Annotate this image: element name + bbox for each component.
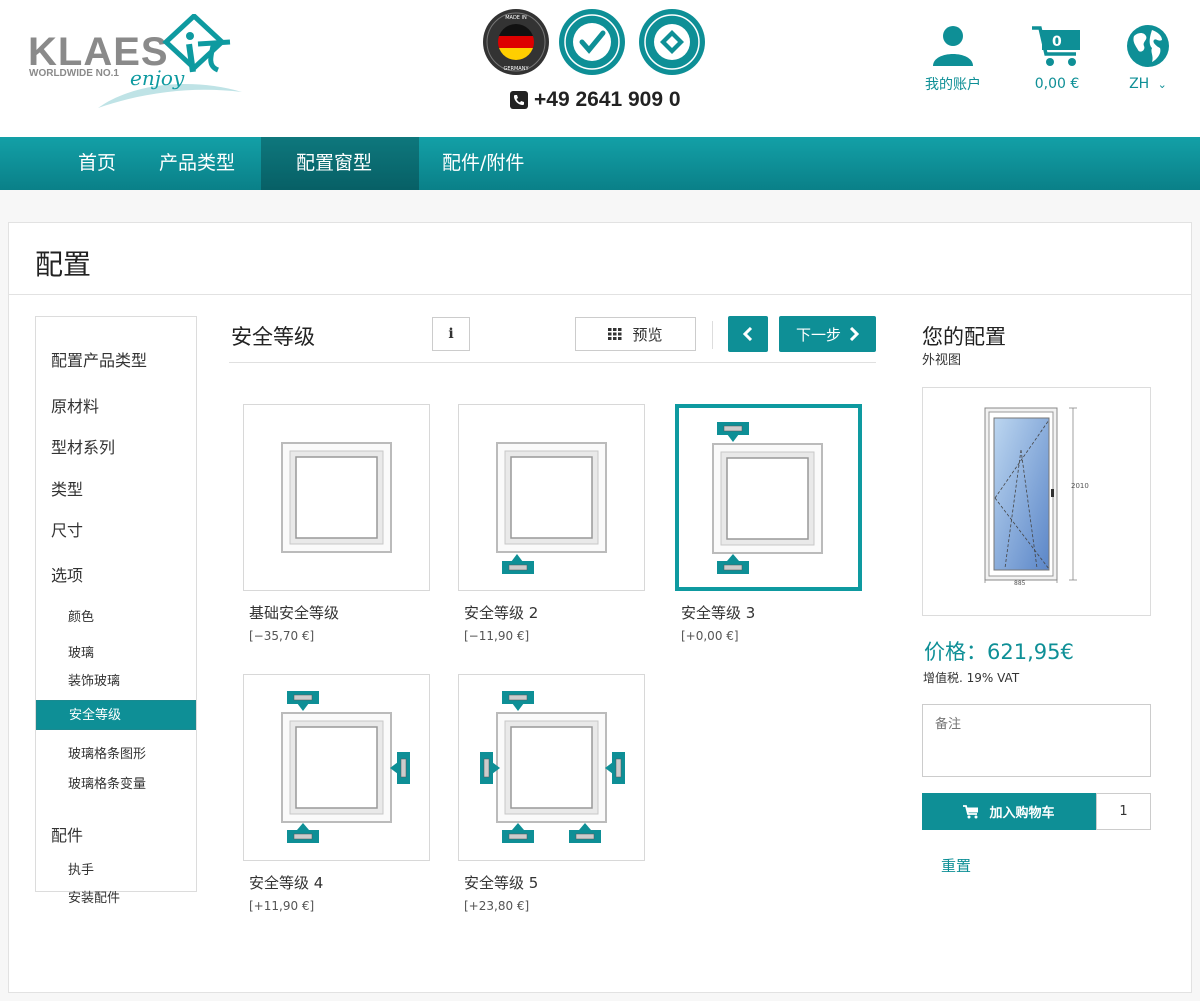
enjoy-it-mark-icon [162, 14, 231, 73]
sidebar-item-type[interactable]: 类型 [36, 476, 196, 500]
sidebar-item-options[interactable]: 选项 [36, 562, 196, 586]
option-name: 基础安全等级 [249, 604, 340, 622]
language-selector[interactable]: ZH ⌄ [1118, 24, 1178, 92]
security-option-3[interactable]: 安全等级 3 [+0,00 €] [675, 404, 862, 643]
previous-step-button[interactable] [728, 316, 768, 352]
klaes-webshop-seal-icon [559, 9, 625, 75]
cart-icon [963, 804, 979, 818]
sidebar-item-product-type[interactable]: 配置产品类型 [36, 347, 196, 371]
option-price: [+23,80 €] [464, 899, 530, 913]
reset-link[interactable]: 重置 [941, 855, 971, 876]
option-name: 安全等级 2 [464, 604, 539, 622]
your-config-title: 您的配置 [922, 325, 1006, 349]
option-price: [−35,70 €] [249, 629, 315, 643]
option-image [458, 674, 645, 861]
option-name: 安全等级 5 [464, 874, 539, 892]
divider [229, 362, 876, 363]
grid-icon [608, 328, 622, 340]
cart-count: 0 [1052, 34, 1062, 50]
sidebar-item-installation[interactable]: 安装配件 [36, 887, 196, 906]
phone-icon [510, 91, 528, 109]
chevron-right-icon [849, 327, 859, 341]
main-navigation: 首页 产品类型 配置窗型 配件/附件 [0, 137, 1200, 190]
phone-text: +49 2641 909 0 [534, 88, 681, 111]
option-price: [−11,90 €] [464, 629, 530, 643]
klaes-certified-seal-icon [639, 9, 705, 75]
phone-number[interactable]: +49 2641 909 0 [510, 88, 681, 112]
option-image-selected [675, 404, 862, 591]
toolbar-divider [712, 321, 713, 349]
security-option-5[interactable]: 安全等级 5 [+23,80 €] [458, 674, 645, 913]
sidebar-item-glass[interactable]: 玻璃 [36, 642, 196, 661]
window-preview: 2010 885 [922, 387, 1151, 616]
sidebar-item-bar-pattern[interactable]: 玻璃格条图形 [36, 743, 196, 762]
my-account-link[interactable]: 我的账户 [918, 24, 988, 94]
option-price: [+0,00 €] [681, 629, 739, 643]
security-option-basic[interactable]: 基础安全等级 [−35,70 €] [243, 404, 430, 643]
site-header: KLAES WORLDWIDE NO.1 enjoy MADE IN GERMA… [0, 0, 1200, 137]
svg-text:GERMANY: GERMANY [503, 66, 529, 72]
next-step-button[interactable]: 下一步 [779, 316, 876, 352]
brand-tagline: WORLDWIDE NO.1 [29, 68, 119, 79]
made-in-germany-seal-icon: MADE IN GERMANY [483, 9, 549, 75]
nav-accessories[interactable]: 配件/附件 [424, 137, 542, 190]
window-drawing: 2010 885 [984, 407, 1089, 587]
divider [9, 294, 1191, 295]
sidebar-item-bar-variant[interactable]: 玻璃格条变量 [36, 773, 196, 792]
next-step-label: 下一步 [795, 325, 841, 344]
option-image [458, 404, 645, 591]
security-option-4[interactable]: 安全等级 4 [+11,90 €] [243, 674, 430, 913]
section-title: 安全等级 [231, 325, 315, 349]
sidebar-item-profile-system[interactable]: 型材系列 [36, 434, 196, 458]
certification-seals: MADE IN GERMANY [482, 8, 708, 80]
configurator-panel: 配置 配置产品类型 原材料 型材系列 类型 尺寸 选项 颜色 玻璃 装饰玻璃 安… [8, 222, 1192, 993]
sidebar-item-security-level[interactable]: 安全等级 [36, 700, 196, 730]
chevron-down-icon: ⌄ [1157, 78, 1167, 91]
language-code: ZH [1129, 76, 1150, 92]
sidebar-item-decor-glass[interactable]: 装饰玻璃 [36, 670, 196, 689]
globe-icon [1127, 25, 1169, 67]
option-image [243, 404, 430, 591]
nav-configure-window[interactable]: 配置窗型 [261, 137, 419, 190]
height-dimension: 2010 [1071, 482, 1089, 490]
option-image [243, 674, 430, 861]
user-icon [933, 26, 973, 66]
svg-text:MADE IN: MADE IN [505, 15, 527, 21]
vat-note: 增值税. 19% VAT [923, 671, 1020, 685]
cart-total: 0,00 € [1034, 76, 1080, 92]
sidebar-item-color[interactable]: 颜色 [36, 606, 196, 625]
add-to-cart-button[interactable]: 加入购物车 [922, 793, 1096, 830]
sidebar-item-fittings[interactable]: 配件 [36, 822, 196, 846]
option-price: [+11,90 €] [249, 899, 315, 913]
chevron-left-icon [743, 327, 753, 341]
page-title: 配置 [35, 248, 92, 281]
sidebar-item-material[interactable]: 原材料 [36, 393, 196, 417]
sidebar-item-size[interactable]: 尺寸 [36, 517, 196, 541]
preview-button[interactable]: 预览 [575, 317, 696, 351]
notes-field[interactable] [922, 704, 1151, 777]
sidebar-item-handle[interactable]: 执手 [36, 859, 196, 878]
add-to-cart-label: 加入购物车 [989, 806, 1055, 821]
account-label: 我的账户 [925, 77, 981, 93]
total-price: 价格：621,95€ [924, 640, 1074, 664]
exterior-view-label: 外视图 [922, 353, 962, 368]
preview-label: 预览 [632, 325, 663, 344]
width-dimension: 885 [1014, 580, 1026, 587]
nav-home[interactable]: 首页 [60, 137, 134, 190]
security-option-2[interactable]: 安全等级 2 [−11,90 €] [458, 404, 645, 643]
cart-link[interactable]: 0 0,00 € [1022, 24, 1092, 92]
option-name: 安全等级 3 [681, 604, 756, 622]
option-name: 安全等级 4 [249, 874, 324, 892]
klaes-logo[interactable]: KLAES WORLDWIDE NO.1 enjoy [28, 14, 243, 110]
info-button[interactable]: i [432, 317, 470, 351]
config-steps-sidebar: 配置产品类型 原材料 型材系列 类型 尺寸 选项 颜色 玻璃 装饰玻璃 安全等级… [35, 316, 197, 906]
quantity-field[interactable]: 1 [1096, 793, 1151, 830]
nav-product-types[interactable]: 产品类型 [141, 137, 253, 190]
